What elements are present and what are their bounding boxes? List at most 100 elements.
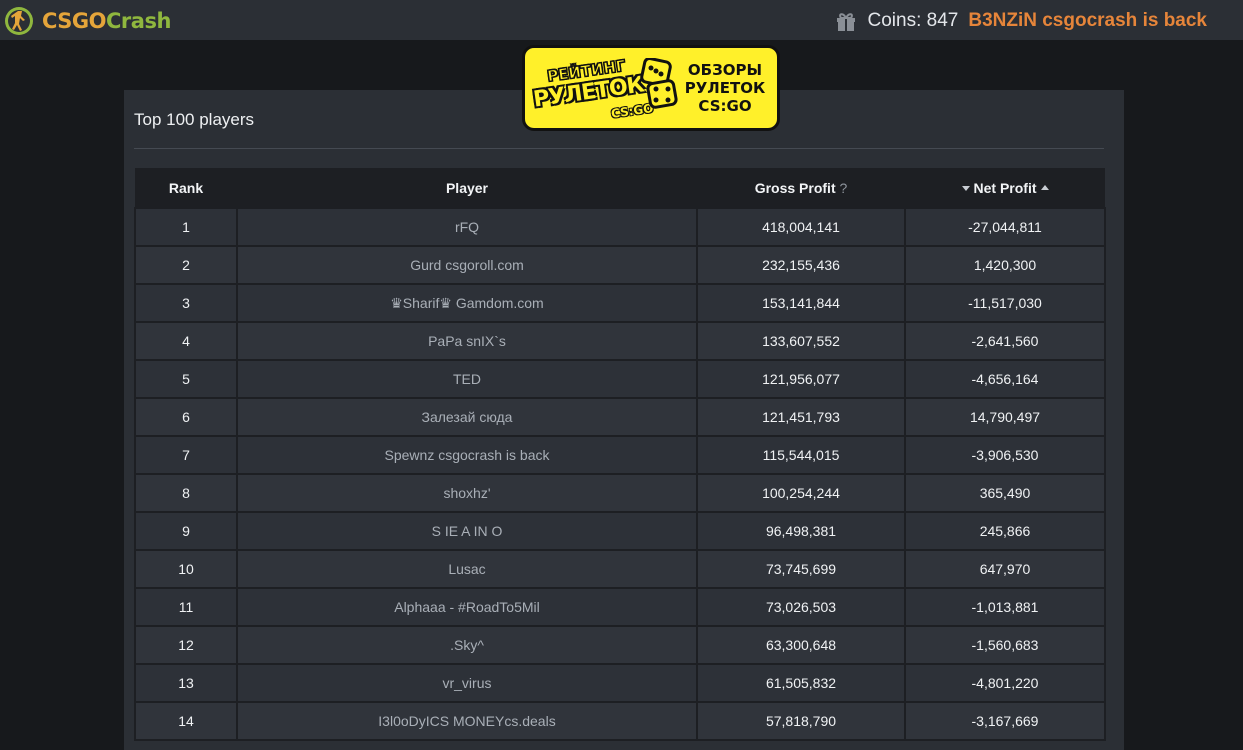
table-row[interactable]: 6 Залезай сюда 121,451,793 14,790,497 — [134, 397, 1106, 437]
gross-profit-cell: 115,544,015 — [696, 435, 906, 475]
player-name-cell[interactable]: TED — [236, 359, 698, 399]
gross-profit-cell: 418,004,141 — [696, 207, 906, 247]
table-row[interactable]: 13 vr_virus 61,505,832 -4,801,220 — [134, 663, 1106, 703]
table-row[interactable]: 3 ♛Sharif♛ Gamdom.com 153,141,844 -11,517,0… — [134, 283, 1106, 323]
net-profit-cell: -3,167,669 — [904, 701, 1106, 741]
player-name-cell[interactable]: Gurd csgoroll.com — [236, 245, 698, 285]
gross-profit-cell: 61,505,832 — [696, 663, 906, 703]
rank-cell: 6 — [134, 397, 238, 437]
gross-profit-cell: 57,818,790 — [696, 701, 906, 741]
rank-cell: 12 — [134, 625, 238, 665]
gross-profit-cell: 153,141,844 — [696, 283, 906, 323]
net-profit-cell: 365,490 — [904, 473, 1106, 513]
net-profit-cell: -4,801,220 — [904, 663, 1106, 703]
net-profit-cell: 1,420,300 — [904, 245, 1106, 285]
banner-logo: РЕЙТИНГ РУЛЕТОК CS:GO — [525, 48, 678, 128]
rank-cell: 14 — [134, 701, 238, 741]
sort-ascending-icon[interactable] — [1040, 184, 1049, 190]
dice-icon — [640, 58, 678, 109]
rank-cell: 7 — [134, 435, 238, 475]
table-header-row: Rank Player Gross Profit ? Net Profit — [135, 168, 1105, 208]
table-row[interactable]: 4 PaPa snIX`s 133,607,552 -2,641,560 — [134, 321, 1106, 361]
table-row[interactable]: 8 shoxhz' 100,254,244 365,490 — [134, 473, 1106, 513]
logo-text: CSGOCrash — [42, 9, 171, 33]
gross-profit-cell: 96,498,381 — [696, 511, 906, 551]
net-profit-cell: 245,866 — [904, 511, 1106, 551]
help-icon[interactable]: ? — [840, 180, 848, 196]
banner-right-line2: РУЛЕТОК — [684, 79, 766, 97]
sort-descending-icon[interactable] — [961, 186, 970, 192]
rank-cell: 11 — [134, 587, 238, 627]
gross-profit-cell: 121,451,793 — [696, 397, 906, 437]
banner-right-line1: ОБЗОРЫ — [687, 61, 763, 79]
rank-cell: 8 — [134, 473, 238, 513]
title-divider — [134, 148, 1104, 149]
username-link[interactable]: B3NZiN csgocrash is back — [968, 10, 1207, 32]
table-row[interactable]: 2 Gurd csgoroll.com 232,155,436 1,420,300 — [134, 245, 1106, 285]
rank-cell: 13 — [134, 663, 238, 703]
coins-balance: Coins: 847 — [867, 10, 959, 31]
net-profit-cell: -3,906,530 — [904, 435, 1106, 475]
player-name-cell[interactable]: Lusac — [236, 549, 698, 589]
net-profit-cell: -11,517,030 — [904, 283, 1106, 323]
site-logo[interactable]: CSGOCrash — [4, 6, 171, 36]
player-name-cell[interactable]: PaPa snIX`s — [236, 321, 698, 361]
player-name-cell[interactable]: vr_virus — [236, 663, 698, 703]
column-header-player: Player — [237, 168, 697, 208]
net-profit-cell: 647,970 — [904, 549, 1106, 589]
column-header-gross-profit[interactable]: Gross Profit ? — [697, 168, 905, 208]
player-name-cell[interactable]: ♛Sharif♛ Gamdom.com — [236, 283, 698, 323]
leaderboard-table-wrap: Rank Player Gross Profit ? Net Profit 1r… — [134, 168, 1106, 741]
gross-profit-cell: 232,155,436 — [696, 245, 906, 285]
rank-cell: 3 — [134, 283, 238, 323]
rank-cell: 10 — [134, 549, 238, 589]
net-profit-cell: -1,560,683 — [904, 625, 1106, 665]
player-name-cell[interactable]: shoxhz' — [236, 473, 698, 513]
net-profit-cell: -4,656,164 — [904, 359, 1106, 399]
banner-right-text: ОБЗОРЫ РУЛЕТОК CS:GO — [675, 61, 775, 115]
gross-profit-cell: 133,607,552 — [696, 321, 906, 361]
player-name-cell[interactable]: I3l0oDyICS MONEYcs.deals — [236, 701, 698, 741]
net-profit-label: Net Profit — [973, 179, 1037, 196]
player-name-cell[interactable]: Залезай сюда — [236, 397, 698, 437]
gross-profit-cell: 73,745,699 — [696, 549, 906, 589]
gross-profit-cell: 63,300,648 — [696, 625, 906, 665]
leaderboard-rows: 1 rFQ 418,004,141 -27,044,811 2 Gurd csgoroll… — [134, 207, 1106, 741]
player-name-cell[interactable]: .Sky^ — [236, 625, 698, 665]
table-row[interactable]: 10 Lusac 73,745,699 647,970 — [134, 549, 1106, 589]
rank-cell: 5 — [134, 359, 238, 399]
leaderboard-table: Rank Player Gross Profit ? Net Profit 1r… — [134, 168, 1106, 741]
gross-profit-label: Gross Profit — [754, 179, 836, 196]
gross-profit-cell: 73,026,503 — [696, 587, 906, 627]
net-profit-cell: -1,013,881 — [904, 587, 1106, 627]
player-name-cell[interactable]: Spewnz csgocrash is back — [236, 435, 698, 475]
table-row[interactable]: 14 I3l0oDyICS MONEYcs.deals 57,818,790 -3,1… — [134, 701, 1106, 741]
player-name-cell[interactable]: rFQ — [236, 207, 698, 247]
table-row[interactable]: 11 Alphaaa - #RoadTo5Mil 73,026,503 -1,013,… — [134, 587, 1106, 627]
column-header-net-profit[interactable]: Net Profit — [905, 168, 1105, 208]
net-profit-cell: 14,790,497 — [904, 397, 1106, 437]
gross-profit-cell: 100,254,244 — [696, 473, 906, 513]
gift-icon[interactable] — [835, 10, 857, 32]
net-profit-cell: -2,641,560 — [904, 321, 1106, 361]
roulette-rating-banner[interactable]: РЕЙТИНГ РУЛЕТОК CS:GO ОБЗОРЫ РУЛЕТОК CS:… — [522, 45, 780, 131]
net-profit-cell: -27,044,811 — [904, 207, 1106, 247]
table-row[interactable]: 9S IE A IN O 96,498,381 245,866 — [134, 511, 1106, 551]
banner-right-line3: CS:GO — [698, 97, 752, 115]
table-row[interactable]: 7 Spewnz csgocrash is back 115,544,015 -3,9… — [134, 435, 1106, 475]
player-name-cell[interactable]: Alphaaa - #RoadTo5Mil — [236, 587, 698, 627]
column-header-rank: Rank — [135, 168, 237, 208]
rank-cell: 2 — [134, 245, 238, 285]
gross-profit-cell: 121,956,077 — [696, 359, 906, 399]
table-row[interactable]: 1 rFQ 418,004,141 -27,044,811 — [134, 207, 1106, 247]
table-row[interactable]: 5 TED 121,956,077 -4,656,164 — [134, 359, 1106, 399]
page-title: Top 100 players — [134, 110, 255, 129]
rank-cell: 1 — [134, 207, 238, 247]
player-name-cell[interactable]: S IE A IN O — [236, 511, 698, 551]
rank-cell: 9 — [134, 511, 238, 551]
rank-cell: 4 — [134, 321, 238, 361]
table-row[interactable]: 12 .Sky^ 63,300,648 -1,560,683 — [134, 625, 1106, 665]
counter-terrorist-logo-icon — [5, 7, 33, 35]
top-bar: CSGOCrash Coins: 847 B3NZiN csgocrash is… — [0, 0, 1243, 40]
user-box: Coins: 847 B3NZiN csgocrash is back — [835, 8, 1207, 34]
